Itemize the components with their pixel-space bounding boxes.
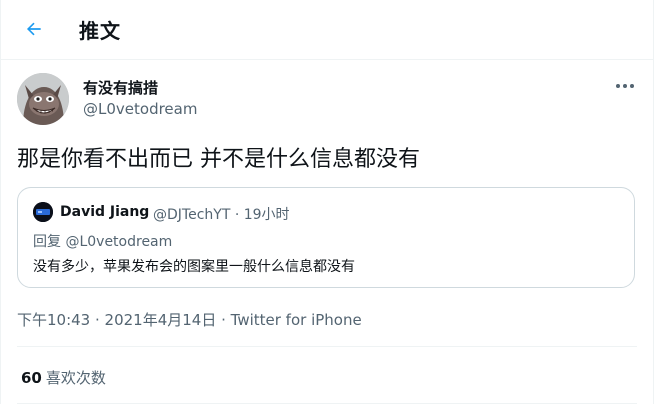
quote-author-avatar [33,202,53,222]
author-display-name[interactable]: 有没有搞措 [83,77,158,98]
quote-text: 没有多少，苹果发布会的图案里一般什么信息都没有 [33,259,355,275]
tweet-timestamp[interactable]: 下午10:43 · 2021年4月14日 · Twitter for iPhon… [17,309,362,330]
divider [17,346,637,347]
tweet-text: 那是你看不出而已 并不是什么信息都没有 [17,147,420,172]
reply-handle: @L0vetodream [65,234,173,250]
page-header: 推文 [1,0,653,60]
page-title: 推文 [79,19,121,43]
likes-stat[interactable]: 60 喜欢次数 [21,367,106,388]
quoted-tweet-card[interactable]: David Jiang @DJTechYT · 19小时 回复 @L0vetod… [17,187,635,288]
back-button[interactable] [17,12,51,46]
quote-author-meta: @DJTechYT · 19小时 [153,207,290,223]
author-avatar[interactable] [17,73,69,125]
quote-author-name: David Jiang [60,204,150,220]
author-handle[interactable]: @L0vetodream [83,100,197,118]
arrow-left-icon [26,22,41,36]
avatar-icon [17,73,69,125]
reply-prefix: 回复 [33,234,66,250]
likes-label: 喜欢次数 [45,369,106,387]
more-horizontal-icon [616,84,634,88]
avatar-icon [33,202,53,222]
tweet-detail-page: 推文 有没有搞措 @L0vetodream 那是你看不出而已 并不是什么信息都没… [0,0,654,404]
more-options-button[interactable] [605,74,645,98]
likes-count: 60 [21,369,42,387]
quote-reply-context: 回复 @L0vetodream [33,231,172,251]
